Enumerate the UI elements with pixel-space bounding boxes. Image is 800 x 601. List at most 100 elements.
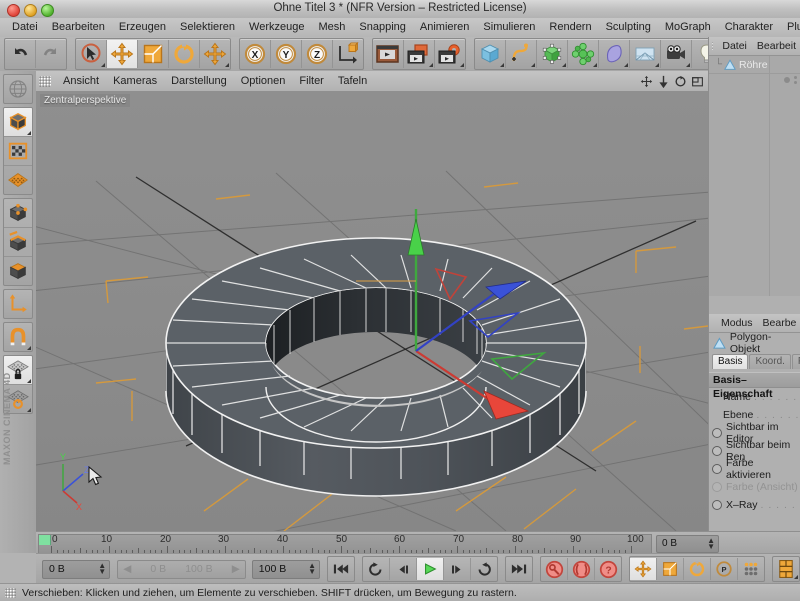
world-object-coords-button[interactable] <box>333 40 363 68</box>
cube-primitive-button[interactable] <box>475 40 506 68</box>
menu-item-erzeugen[interactable]: Erzeugen <box>112 18 173 37</box>
magnet-button[interactable] <box>4 323 32 351</box>
menu-item-sculpting[interactable]: Sculpting <box>599 18 658 37</box>
step-back-button[interactable] <box>390 558 417 580</box>
objmgr-menu-datei[interactable]: Datei <box>717 40 752 52</box>
menu-item-selektieren[interactable]: Selektieren <box>173 18 242 37</box>
end-frame-field[interactable]: 100 B ▲▼ <box>252 560 320 579</box>
key-params-button[interactable] <box>738 558 764 580</box>
menu-item-werkzeuge[interactable]: Werkzeuge <box>242 18 311 37</box>
polygons-mode-button[interactable] <box>4 257 32 285</box>
pan-view-button[interactable] <box>639 74 653 88</box>
radio-icon[interactable] <box>712 500 722 510</box>
redo-button[interactable] <box>36 40 66 68</box>
timeline-frame-field[interactable]: 0 B ▲▼ <box>656 535 719 553</box>
model-mode-button[interactable] <box>4 108 32 137</box>
key-scale-button[interactable] <box>657 558 684 580</box>
attrmgr-menu-modus[interactable]: Modus <box>716 317 758 329</box>
dolly-view-button[interactable] <box>656 74 670 88</box>
record-key-button[interactable] <box>541 558 568 580</box>
property-row-name[interactable]: Name . . . . . . . . . . <box>709 388 800 406</box>
axis-y-button[interactable]: Y <box>271 40 302 68</box>
radio-icon[interactable] <box>712 464 722 474</box>
objmgr-menu-bearbeiten[interactable]: Bearbeit <box>752 40 800 52</box>
menu-item-plugins[interactable]: Plug-ins <box>780 18 800 37</box>
object-name[interactable]: Röhre <box>736 59 768 71</box>
radio-icon[interactable] <box>712 446 722 456</box>
menu-item-charakter[interactable]: Charakter <box>718 18 780 37</box>
current-frame-field[interactable]: 0 B ▲▼ <box>42 560 110 579</box>
play-button[interactable] <box>417 558 444 580</box>
property-row-farbe-aktivieren[interactable]: Farbe aktivieren . . <box>709 460 800 478</box>
menu-item-datei[interactable]: Datei <box>5 18 45 37</box>
key-position-button[interactable] <box>630 558 657 580</box>
timeline-ruler[interactable]: 0 10 20 30 40 50 60 70 80 90 100 <box>38 534 652 554</box>
axis-mode-button[interactable] <box>4 290 32 318</box>
globe-tool-button[interactable] <box>4 75 32 103</box>
object-manager-menu[interactable]: Datei Bearbeit <box>709 37 800 56</box>
viewport-menu-kameras[interactable]: Kameras <box>106 71 164 91</box>
edges-mode-button[interactable] <box>4 228 32 257</box>
layout-button[interactable] <box>773 558 799 580</box>
key-rotation-button[interactable] <box>684 558 711 580</box>
viewport-menu-tafeln[interactable]: Tafeln <box>331 71 374 91</box>
menu-item-simulieren[interactable]: Simulieren <box>476 18 542 37</box>
menu-item-rendern[interactable]: Rendern <box>542 18 598 37</box>
live-selection-button[interactable] <box>76 40 107 68</box>
panel-grip-icon[interactable] <box>712 41 713 51</box>
attrmgr-menu-bearbeiten[interactable]: Bearbe <box>758 317 800 329</box>
tab-koord[interactable]: Koord. <box>749 354 790 369</box>
environment-button[interactable] <box>630 40 661 68</box>
menu-item-mesh[interactable]: Mesh <box>311 18 352 37</box>
radio-icon[interactable] <box>712 428 722 438</box>
next-key-button[interactable] <box>471 558 497 580</box>
viewport-menu-darstellung[interactable]: Darstellung <box>164 71 234 91</box>
render-view-button[interactable] <box>373 40 404 68</box>
stepper-icon[interactable]: ▲▼ <box>707 538 715 550</box>
attribute-tab-row[interactable]: Basis Koord. Pho <box>709 353 800 369</box>
go-to-end-button[interactable] <box>506 558 532 580</box>
undo-button[interactable] <box>5 40 36 68</box>
render-picture-button[interactable] <box>404 40 435 68</box>
key-pla-button[interactable]: P <box>711 558 738 580</box>
object-tag-dot[interactable] <box>784 77 790 83</box>
tab-basis[interactable]: Basis <box>712 354 748 369</box>
uv-mesh-button[interactable] <box>4 166 32 194</box>
menu-item-mograph[interactable]: MoGraph <box>658 18 718 37</box>
property-row-xray[interactable]: X–Ray . . . . . . . . . <box>709 496 800 514</box>
key-selection-button[interactable]: ? <box>595 558 621 580</box>
menu-item-bearbeiten[interactable]: Bearbeiten <box>45 18 112 37</box>
axis-x-button[interactable]: X <box>240 40 271 68</box>
rotate-view-button[interactable] <box>673 74 687 88</box>
viewport-menu-ansicht[interactable]: Ansicht <box>56 71 106 91</box>
menu-item-animieren[interactable]: Animieren <box>413 18 477 37</box>
stepper-icon[interactable]: ▲▼ <box>98 563 106 575</box>
spline-button[interactable] <box>506 40 537 68</box>
move-duplicate-button[interactable] <box>200 40 230 68</box>
prev-key-button[interactable] <box>363 558 390 580</box>
render-settings-button[interactable] <box>435 40 465 68</box>
rotate-tool-button[interactable] <box>169 40 200 68</box>
tab-phong[interactable]: Pho <box>792 354 800 369</box>
move-tool-button[interactable] <box>107 40 138 68</box>
main-menu-bar[interactable]: Datei Bearbeiten Erzeugen Selektieren We… <box>0 18 800 38</box>
go-to-start-button[interactable] <box>328 558 354 580</box>
tube-object[interactable] <box>166 238 586 496</box>
panel-grip-icon[interactable] <box>39 76 51 87</box>
stepper-icon[interactable]: ▲▼ <box>308 563 316 575</box>
object-visibility-dots[interactable] <box>784 76 797 84</box>
panel-grip-icon[interactable] <box>5 588 16 598</box>
deformer-button[interactable] <box>599 40 630 68</box>
range-next-arrow-icon[interactable]: ▶ <box>232 561 240 578</box>
timeline-current-frame-marker[interactable] <box>39 535 51 545</box>
axis-z-button[interactable]: Z <box>302 40 333 68</box>
viewport-3d-scene[interactable]: Y Z X <box>36 91 708 531</box>
step-forward-button[interactable] <box>444 558 471 580</box>
scale-tool-button[interactable] <box>138 40 169 68</box>
maximize-view-button[interactable] <box>690 74 704 88</box>
viewport-menu-filter[interactable]: Filter <box>292 71 330 91</box>
menu-item-snapping[interactable]: Snapping <box>352 18 413 37</box>
points-mode-button[interactable] <box>4 199 32 228</box>
viewport-canvas[interactable]: Zentralperspektive <box>36 91 708 531</box>
camera-button[interactable] <box>661 40 692 68</box>
